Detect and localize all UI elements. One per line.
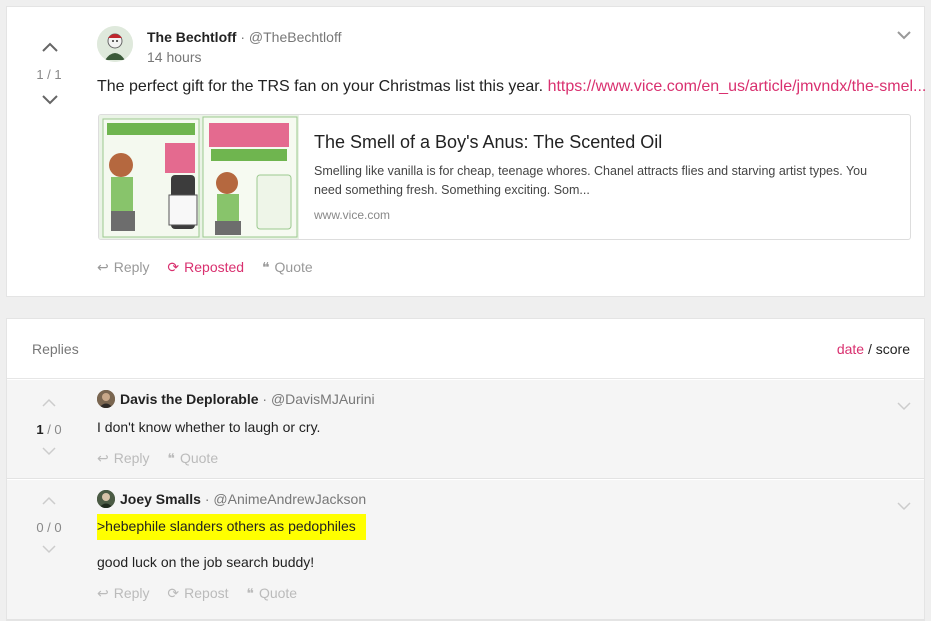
reply-quote-text: >hebephile slanders others as pedophiles	[97, 514, 366, 540]
post-time[interactable]: 14 hours	[147, 49, 201, 65]
reply-icon: ↩	[97, 585, 109, 601]
reply-author: Joey Smalls · @AnimeAndrewJackson	[120, 491, 367, 507]
reply-icon: ↩	[97, 259, 109, 275]
replies-card: Replies date / score 1 / 0 Davis the Dep…	[6, 318, 925, 621]
upvote-icon[interactable]	[42, 41, 58, 55]
quote-icon: ❝	[167, 450, 175, 466]
post-body: The perfect gift for the TRS fan on your…	[97, 78, 548, 95]
reply-vote: 1 / 0	[19, 398, 79, 460]
upvote-icon[interactable]	[42, 496, 56, 510]
reply-button[interactable]: ↩ Reply	[97, 585, 150, 602]
quote-button[interactable]: ❝ Quote	[262, 259, 313, 276]
sort-date[interactable]: date	[837, 341, 864, 357]
reply-actions: ↩ Reply ⟳ Repost ❝ Quote	[97, 585, 311, 602]
post-vote: 1 / 1	[19, 41, 79, 107]
preview-image	[99, 115, 299, 239]
post-card: 1 / 1 The Bechtloff · @TheBechtloff 14 h…	[6, 6, 926, 297]
author-handle[interactable]: @DavisMJAurini	[271, 391, 375, 407]
author-name[interactable]: Davis the Deplorable	[120, 391, 259, 407]
upvote-icon[interactable]	[42, 398, 56, 412]
quote-icon: ❝	[246, 585, 254, 601]
reply-item: 1 / 0 Davis the Deplorable · @DavisMJAur…	[7, 380, 924, 479]
chevron-down-icon[interactable]	[897, 27, 911, 40]
vote-count: 1 / 1	[36, 67, 62, 82]
avatar[interactable]	[97, 26, 133, 62]
highlighted-text: >hebephile slanders others as pedophiles	[97, 514, 366, 540]
quote-button[interactable]: ❝ Quote	[246, 585, 297, 602]
avatar[interactable]	[97, 390, 115, 408]
sort-separator: /	[864, 341, 876, 357]
sort-options: date / score	[837, 341, 910, 357]
post-author: The Bechtloff · @TheBechtloff	[147, 29, 342, 45]
post-text: The perfect gift for the TRS fan on your…	[97, 78, 926, 96]
repost-icon: ⟳	[167, 259, 180, 275]
downvote-icon[interactable]	[42, 93, 58, 107]
vote-count: 0 / 0	[36, 520, 62, 535]
reply-button[interactable]: ↩ Reply	[97, 450, 150, 467]
replies-title: Replies	[32, 341, 79, 357]
replies-header: Replies date / score	[7, 319, 924, 379]
author-handle[interactable]: @AnimeAndrewJackson	[213, 491, 366, 507]
reply-vote: 0 / 0	[19, 496, 79, 558]
author-handle[interactable]: @TheBechtloff	[249, 29, 342, 45]
preview-title[interactable]: The Smell of a Boy's Anus: The Scented O…	[314, 132, 662, 153]
reply-author: Davis the Deplorable · @DavisMJAurini	[120, 391, 375, 407]
repost-button[interactable]: ⟳ Repost	[167, 585, 228, 602]
preview-domain: www.vice.com	[314, 208, 391, 222]
reply-text: I don't know whether to laugh or cry.	[97, 419, 321, 435]
repost-icon: ⟳	[167, 585, 180, 601]
preview-description: Smelling like vanilla is for cheap, teen…	[314, 164, 868, 197]
downvote-icon[interactable]	[42, 544, 56, 558]
post-actions: ↩ Reply ⟳ Reposted ❝ Quote	[97, 259, 327, 276]
reply-actions: ↩ Reply ❝ Quote	[97, 450, 232, 467]
vote-count: 1 / 0	[36, 422, 62, 437]
author-name[interactable]: Joey Smalls	[120, 491, 201, 507]
post-link[interactable]: https://www.vice.com/en_us/article/jmvnd…	[548, 78, 927, 95]
repost-button[interactable]: ⟳ Reposted	[167, 259, 244, 276]
sort-score[interactable]: score	[876, 341, 910, 357]
reply-icon: ↩	[97, 450, 109, 466]
reply-item: 0 / 0 Joey Smalls · @AnimeAndrewJackson …	[7, 480, 924, 620]
author-name[interactable]: The Bechtloff	[147, 29, 236, 45]
chevron-down-icon[interactable]	[897, 498, 911, 511]
reply-button[interactable]: ↩ Reply	[97, 259, 150, 276]
chevron-down-icon[interactable]	[897, 398, 911, 411]
reply-text: good luck on the job search buddy!	[97, 554, 315, 570]
downvote-icon[interactable]	[42, 446, 56, 460]
link-preview[interactable]: The Smell of a Boy's Anus: The Scented O…	[98, 114, 911, 240]
quote-icon: ❝	[261, 259, 270, 275]
avatar[interactable]	[97, 490, 115, 508]
quote-button[interactable]: ❝ Quote	[167, 450, 218, 467]
